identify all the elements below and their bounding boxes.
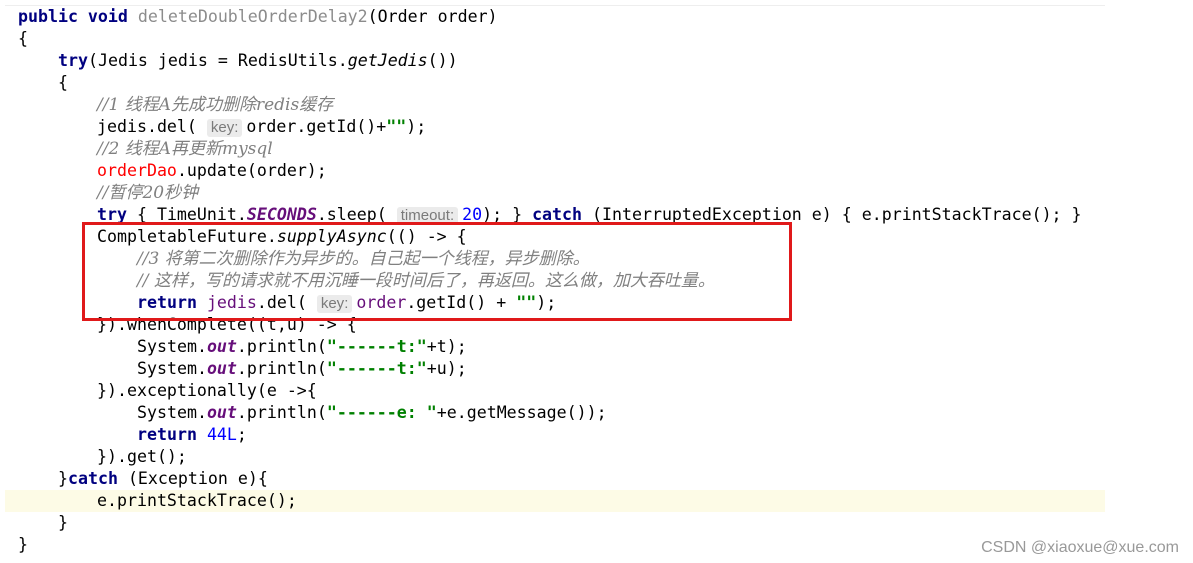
code-line-23[interactable]: e.printStackTrace(); xyxy=(97,490,297,512)
code-text: +u); xyxy=(426,359,467,378)
code-line-7[interactable]: //2 线程A再更新mysql xyxy=(97,138,273,160)
static-field: out xyxy=(206,403,237,422)
keyword: catch xyxy=(68,469,118,488)
watermark: CSDN @xiaoxue@xue.com xyxy=(981,539,1179,556)
code-text: +e.getMessage()); xyxy=(436,403,607,422)
comment: //2 线程A再更新mysql xyxy=(97,139,273,159)
static-method: getJedis xyxy=(347,51,428,70)
code-line-24[interactable]: } xyxy=(58,512,68,534)
code-text: } xyxy=(58,469,68,488)
string-literal: "------e: " xyxy=(326,403,437,422)
code-line-19[interactable]: System.out.println("------e: "+e.getMess… xyxy=(137,402,607,424)
code-text: jedis.del( xyxy=(97,117,207,136)
highlight-annotation-box xyxy=(82,222,792,321)
keyword: public void xyxy=(18,7,138,26)
string-literal: "------t:" xyxy=(326,337,427,356)
field-ref: orderDao xyxy=(97,161,177,180)
code-line-17[interactable]: System.out.println("------t:"+u); xyxy=(137,358,467,380)
code-text: .println( xyxy=(236,359,327,378)
comment: //1 线程A先成功删除redis缓存 xyxy=(97,95,334,115)
code-text: System. xyxy=(137,403,207,422)
code-line-21[interactable]: }).get(); xyxy=(97,446,187,468)
code-text: +t); xyxy=(426,337,467,356)
static-field: out xyxy=(206,359,237,378)
code-text: ); xyxy=(406,117,427,136)
keyword: return xyxy=(137,425,207,444)
method-params: (Order order) xyxy=(367,7,498,26)
comment: //暂停20秒钟 xyxy=(97,183,199,203)
code-line-6[interactable]: jedis.del( key: order.getId()+""); xyxy=(97,116,426,138)
code-text: (Exception e){ xyxy=(117,469,268,488)
code-line-3[interactable]: try(Jedis jedis = RedisUtils.getJedis()) xyxy=(58,50,458,72)
code-editor[interactable]: public void deleteDoubleOrderDelay2(Orde… xyxy=(0,0,1193,563)
code-line-2[interactable]: { xyxy=(18,28,28,50)
hint-label: key xyxy=(210,119,235,136)
code-line-9[interactable]: //暂停20秒钟 xyxy=(97,182,198,204)
code-text: System. xyxy=(137,359,207,378)
method-name: deleteDoubleOrderDelay2 xyxy=(137,7,368,26)
code-line-20[interactable]: return 44L; xyxy=(137,424,247,446)
parameter-hint: key: xyxy=(206,119,243,137)
code-text: ; xyxy=(236,425,247,444)
code-text: ()) xyxy=(427,51,458,70)
code-line-16[interactable]: System.out.println("------t:"+t); xyxy=(137,336,467,358)
code-line-8[interactable]: orderDao.update(order); xyxy=(97,160,327,182)
code-text: .println( xyxy=(236,403,327,422)
code-text: System. xyxy=(137,337,207,356)
static-field: out xyxy=(206,337,237,356)
code-text: .update(order); xyxy=(176,161,327,180)
code-line-4[interactable]: { xyxy=(58,72,68,94)
code-text: (Jedis jedis = RedisUtils. xyxy=(87,51,348,70)
code-line-5[interactable]: //1 线程A先成功删除redis缓存 xyxy=(97,94,333,116)
number-literal: 44L xyxy=(206,425,237,444)
code-line-22[interactable]: }catch (Exception e){ xyxy=(58,468,268,490)
string-literal: "" xyxy=(386,117,407,136)
code-text: order.getId()+ xyxy=(246,117,387,136)
code-text: .println( xyxy=(236,337,327,356)
code-line-1[interactable]: public void deleteDoubleOrderDelay2(Orde… xyxy=(18,6,498,28)
keyword: try xyxy=(58,51,88,70)
code-line-25[interactable]: } xyxy=(18,534,28,556)
code-line-18[interactable]: }).exceptionally(e ->{ xyxy=(97,380,317,402)
string-literal: "------t:" xyxy=(326,359,427,378)
